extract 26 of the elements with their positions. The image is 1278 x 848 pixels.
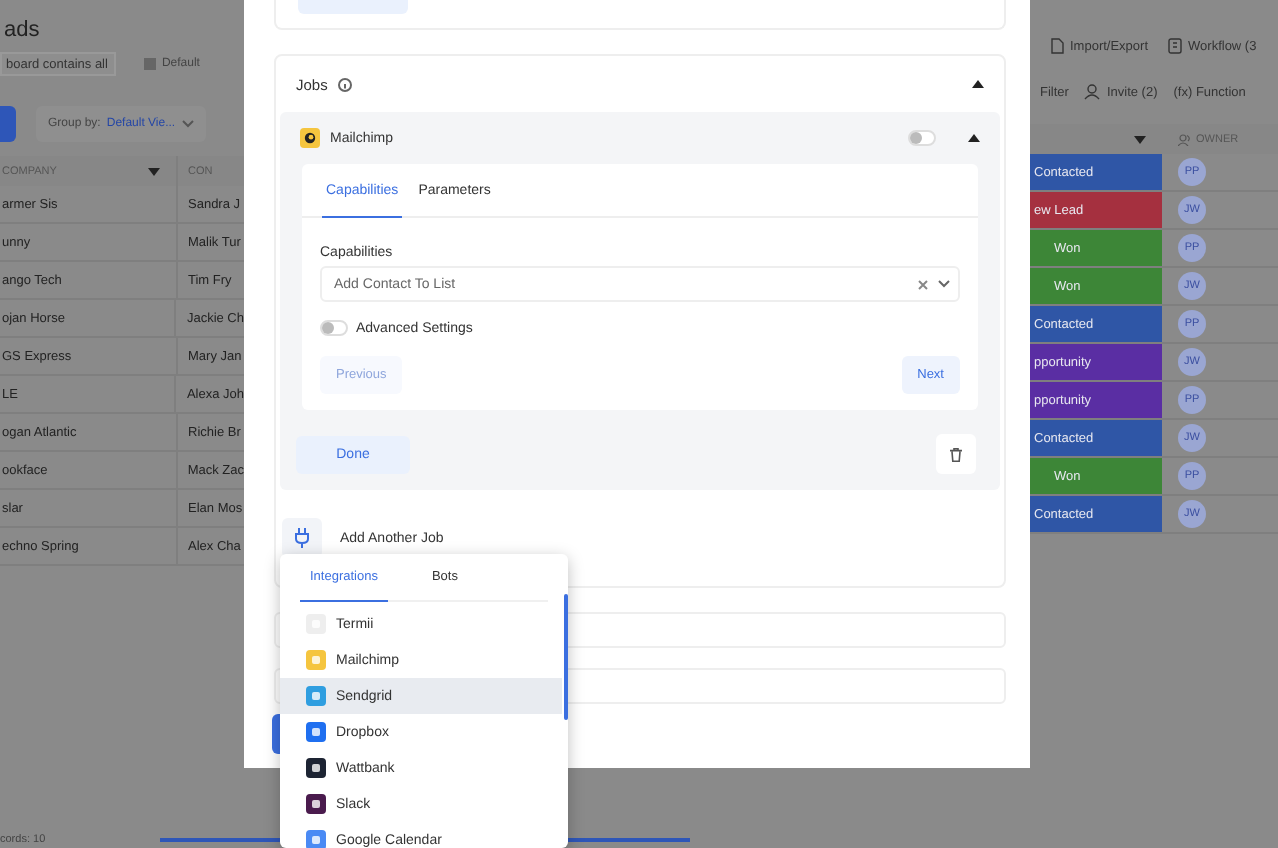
square-icon [312,728,320,736]
grid-icon [143,58,156,70]
square-icon [312,764,320,772]
square-icon [312,836,320,844]
toggle-switch[interactable] [320,320,348,336]
chevron-down-icon[interactable] [938,280,950,288]
people-icon [1178,133,1192,145]
clear-icon[interactable] [918,279,928,289]
chevron-down-icon [181,120,194,128]
workflow-icon [1168,38,1183,54]
plug-icon [294,528,310,548]
toggle-switch[interactable] [908,130,936,146]
square-icon [312,656,320,664]
square-icon [312,692,320,700]
info-icon [337,77,352,91]
square-icon [312,800,320,808]
caret-down-icon[interactable] [148,167,160,175]
caret-down-icon[interactable] [1134,135,1146,143]
caret-up-icon[interactable] [968,134,980,142]
delete-button[interactable] [936,434,976,474]
add-job-button[interactable] [282,518,322,558]
board-title: ads [2,18,42,46]
trash-icon [950,447,962,461]
document-icon [1050,38,1064,54]
caret-up-icon[interactable] [972,80,984,88]
scrollbar[interactable] [564,594,568,720]
